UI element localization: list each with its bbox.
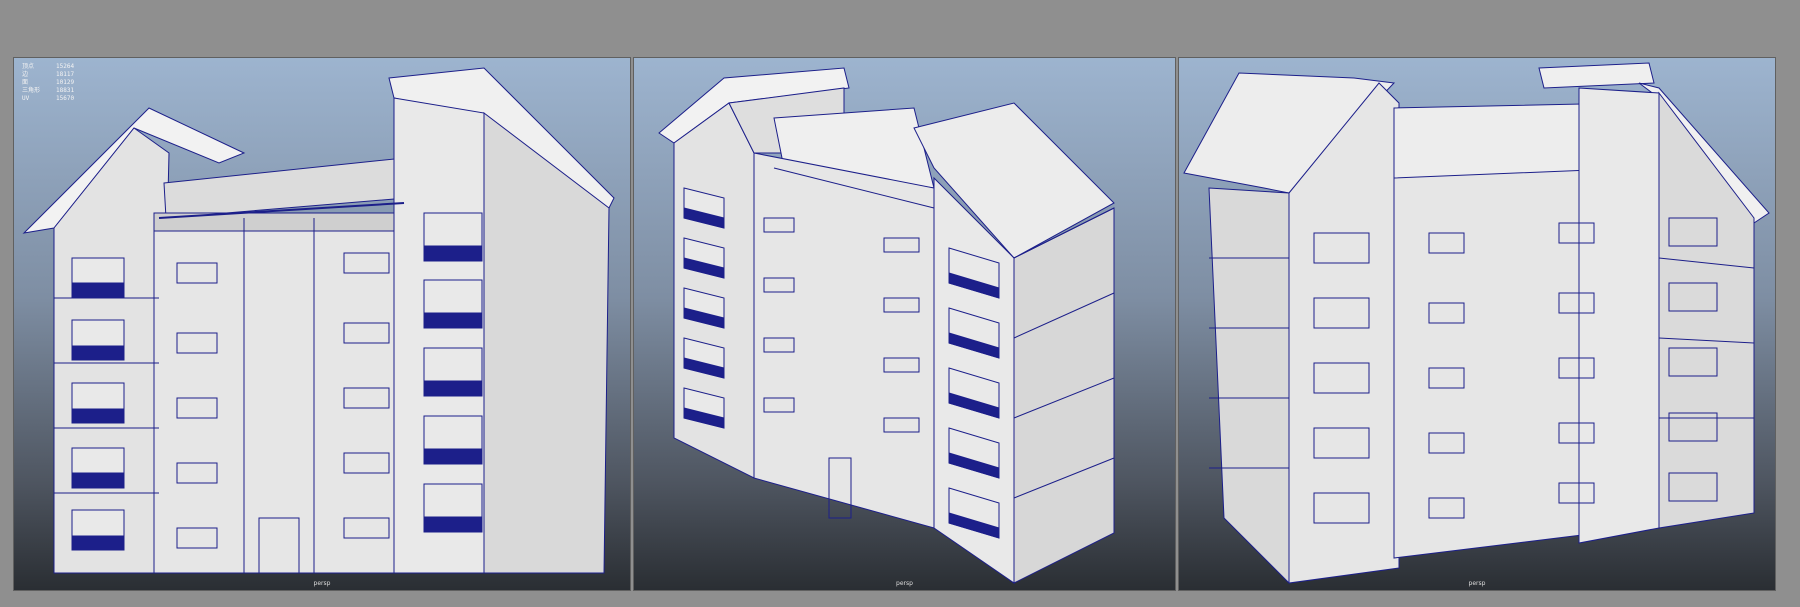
hud-row: UV 15670 [22, 95, 75, 102]
camera-label: persp [896, 580, 913, 587]
hud-row: 边 18117 [22, 71, 75, 78]
camera-label: persp [313, 580, 331, 587]
viewport-rear[interactable]: persp [1178, 57, 1776, 591]
viewport-three-quarter[interactable]: persp [633, 57, 1176, 591]
poly-count-hud: 顶点 15264 边 18117 面 10129 三角形 18831 UV 15670 [22, 63, 74, 103]
hud-row: 面 10129 [22, 79, 75, 86]
hud-row: 三角形 18831 [22, 87, 75, 94]
hud-row: 顶点 15264 [22, 63, 75, 70]
building-model-angle [658, 67, 1115, 584]
building-model-rear [1183, 62, 1770, 585]
building-model-front [22, 67, 615, 574]
camera-label: persp [1468, 580, 1486, 587]
viewport-front[interactable]: 顶点 15264 边 18117 面 10129 三角形 18831 UV 15670 p… [13, 57, 631, 591]
